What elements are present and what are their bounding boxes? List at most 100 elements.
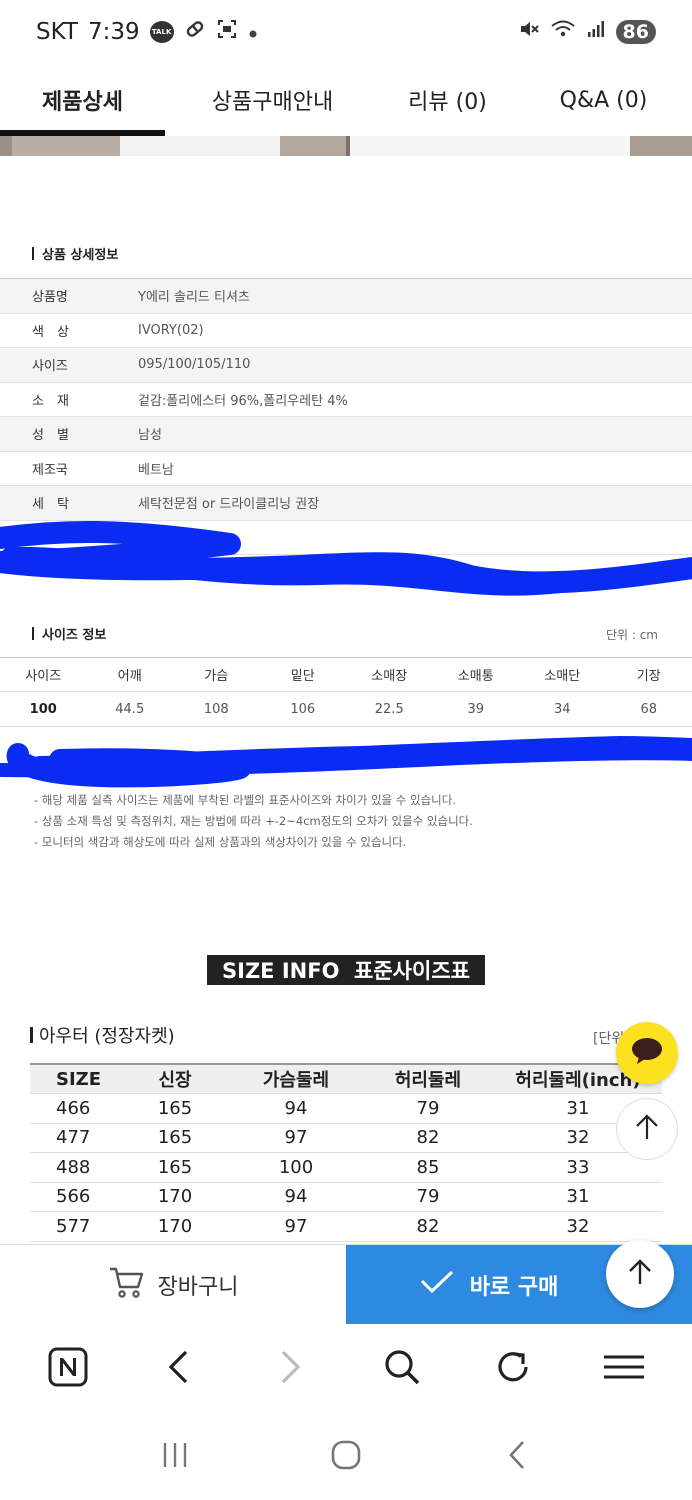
product-tabs: 제품상세 상품구매안내 리뷰 (0) Q&A (0) <box>0 64 692 136</box>
back-chevron-icon <box>505 1439 529 1475</box>
tab-qna[interactable]: Q&A (0) <box>515 64 692 136</box>
refresh-button[interactable] <box>483 1339 543 1399</box>
carrier-label: SKT <box>36 19 78 45</box>
table-row: 상품명 Y에리 솔리드 티셔츠 <box>0 279 692 314</box>
refresh-icon <box>494 1348 532 1390</box>
screenshot-icon <box>216 18 238 46</box>
table-cell: 170 <box>157 1215 193 1237</box>
table-cell: 165 <box>157 1156 193 1178</box>
row-value: 남성 <box>138 428 162 444</box>
header-cell: 어깨 <box>117 669 142 684</box>
table-cell: 94 <box>284 1097 308 1119</box>
cart-label: 장바구니 <box>157 1275 239 1300</box>
table-cell: 477 <box>56 1127 91 1149</box>
header-cell: 소매통 <box>457 669 494 684</box>
arrow-up-icon <box>625 1257 655 1291</box>
table-row: 사이즈 095/100/105/110 <box>0 348 692 383</box>
status-left: SKT 7:39 TALK <box>36 18 258 46</box>
row-value: 095/100/105/110 <box>138 357 251 373</box>
tab-reviews[interactable]: 리뷰 (0) <box>380 64 515 136</box>
search-button[interactable] <box>372 1339 432 1399</box>
row-value: 세탁전문점 or 드라이클리닝 권장 <box>138 497 320 513</box>
redaction-scribble <box>0 735 692 788</box>
table-cell: 94 <box>284 1186 308 1208</box>
row-key: 성 별 <box>32 428 69 444</box>
detail-section-label: 상품 상세정보 <box>42 248 119 263</box>
header-cell: 신장 <box>158 1070 192 1091</box>
table-header-row: 사이즈 어깨 가슴 밑단 소매장 소매통 소매단 기장 <box>0 657 692 692</box>
back-button[interactable] <box>149 1339 209 1399</box>
table-row: 566 170 94 79 31 <box>30 1183 662 1212</box>
header-cell: 소매장 <box>371 669 408 684</box>
header-cell: 가슴둘레 <box>262 1070 330 1091</box>
tab-product-detail[interactable]: 제품상세 <box>0 64 165 136</box>
row-key: 세 탁 <box>32 497 69 513</box>
table-cell: 32 <box>566 1215 590 1237</box>
header-cell: 기장 <box>636 669 661 684</box>
table-cell: 44.5 <box>115 701 145 717</box>
table-cell: 488 <box>56 1156 91 1178</box>
unit-label: 단위 : cm <box>605 628 658 642</box>
note-line: - 모니터의 색감과 해상도에 따라 실제 상품과의 색상차이가 있을 수 있습… <box>34 835 407 849</box>
table-cell: 466 <box>56 1097 91 1119</box>
buy-label: 바로 구매 <box>469 1275 559 1300</box>
row-key: 제조국 <box>32 462 68 478</box>
table-cell: 165 <box>157 1097 193 1119</box>
header-cell: 허리둘레 <box>394 1070 462 1091</box>
purchase-bar: 장바구니 바로 구매 <box>0 1244 692 1325</box>
outer-size-table: SIZE 신장 가슴둘레 허리둘레 허리둘레(inch) 466 165 94 … <box>30 1063 662 1242</box>
table-cell: 39 <box>467 701 485 717</box>
signal-icon <box>586 19 606 45</box>
table-header-row: SIZE 신장 가슴둘레 허리둘레 허리둘레(inch) <box>30 1063 662 1094</box>
size-section-title: 사이즈 정보 <box>32 624 106 643</box>
table-row: 100 44.5 108 106 22.5 39 34 68 <box>0 692 692 727</box>
table-cell: 79 <box>416 1097 440 1119</box>
header-cell: 밑단 <box>290 669 315 684</box>
scroll-top-button-secondary[interactable] <box>606 1240 674 1308</box>
outer-table-title: 아우터 (정장자켓) <box>30 1022 175 1048</box>
notification-dot-icon <box>248 19 258 45</box>
kakao-chat-button[interactable] <box>616 1022 678 1084</box>
header-cell: SIZE <box>56 1068 102 1090</box>
cart-icon <box>108 1265 144 1305</box>
status-bar: SKT 7:39 TALK 86 <box>0 0 692 64</box>
table-cell: 22.5 <box>374 701 404 717</box>
table-cell: 34 <box>553 701 571 717</box>
title-bar <box>32 247 34 260</box>
recent-apps-icon <box>161 1440 189 1474</box>
table-cell: 566 <box>56 1186 91 1208</box>
recent-apps-button[interactable] <box>145 1427 205 1487</box>
add-to-cart-button[interactable]: 장바구니 <box>0 1245 346 1325</box>
home-button[interactable] <box>316 1427 376 1487</box>
detail-section-title: 상품 상세정보 <box>32 244 118 263</box>
row-key: 소 재 <box>32 393 69 409</box>
size-section-label: 사이즈 정보 <box>42 628 107 643</box>
table-cell: 79 <box>416 1186 440 1208</box>
table-row: 488 165 100 85 33 <box>30 1153 662 1183</box>
title-bar <box>32 627 34 640</box>
row-key: 사이즈 <box>32 359 68 375</box>
system-back-button[interactable] <box>487 1427 547 1487</box>
table-cell: 108 <box>203 701 229 717</box>
menu-button[interactable] <box>594 1339 654 1399</box>
tab-purchase-guide[interactable]: 상품구매안내 <box>165 64 380 136</box>
scroll-top-button[interactable] <box>616 1098 678 1160</box>
status-right: 86 <box>518 18 656 46</box>
table-row: 제조국 베트남 <box>0 452 692 486</box>
row-value: Y에리 솔리드 티셔츠 <box>138 290 250 306</box>
battery-indicator: 86 <box>615 20 656 44</box>
table-cell: 68 <box>640 701 658 717</box>
table-cell: 97 <box>284 1215 308 1237</box>
forward-button[interactable] <box>260 1339 320 1399</box>
naver-logo-icon <box>48 1347 88 1391</box>
title-bar <box>30 1027 33 1043</box>
row-value: 겉감:폴리에스터 96%,폴리우레탄 4% <box>138 393 348 409</box>
chevron-left-icon <box>164 1349 194 1389</box>
table-cell: 100 <box>278 1156 314 1178</box>
naver-home-button[interactable] <box>38 1339 98 1399</box>
table-cell: 100 <box>29 701 57 717</box>
table-cell: 82 <box>416 1127 440 1149</box>
note-line: - 상품 소재 특성 및 측정위치, 재는 방법에 따라 +-2~4cm정도의 … <box>34 814 473 828</box>
table-cell: 82 <box>416 1215 440 1237</box>
table-cell: 577 <box>56 1215 91 1237</box>
